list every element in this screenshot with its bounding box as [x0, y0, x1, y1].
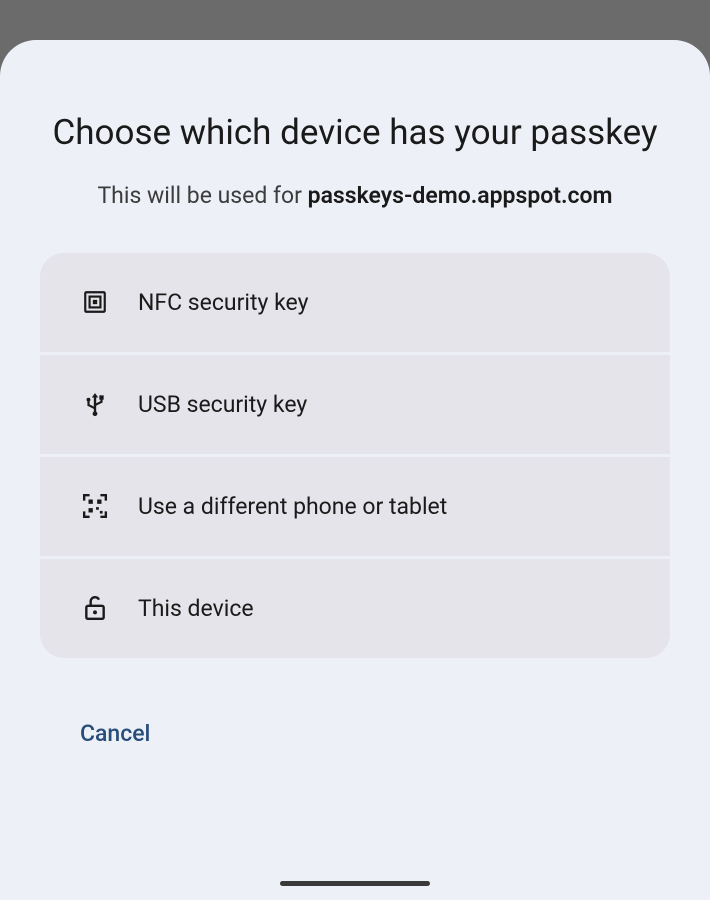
nfc-icon: [82, 289, 108, 315]
option-label: USB security key: [138, 391, 307, 418]
option-label: This device: [138, 595, 254, 622]
option-label: Use a different phone or tablet: [138, 493, 447, 520]
option-this-device[interactable]: This device: [40, 559, 670, 658]
unlock-icon: [82, 595, 108, 621]
option-label: NFC security key: [138, 289, 308, 316]
device-options-list: NFC security key USB security key: [40, 253, 670, 658]
passkey-device-chooser-sheet: Choose which device has your passkey Thi…: [0, 40, 710, 900]
dialog-title: Choose which device has your passkey: [40, 110, 670, 156]
home-indicator[interactable]: [280, 881, 430, 886]
option-different-phone-tablet[interactable]: Use a different phone or tablet: [40, 457, 670, 556]
subtitle-domain: passkeys-demo.appspot.com: [308, 182, 613, 209]
subtitle-prefix: This will be used for: [97, 182, 307, 209]
qr-code-icon: [82, 493, 108, 519]
option-nfc-security-key[interactable]: NFC security key: [40, 253, 670, 352]
dialog-subtitle: This will be used for passkeys-demo.apps…: [40, 182, 670, 209]
usb-icon: [82, 391, 108, 417]
option-usb-security-key[interactable]: USB security key: [40, 355, 670, 454]
cancel-button[interactable]: Cancel: [80, 710, 150, 757]
